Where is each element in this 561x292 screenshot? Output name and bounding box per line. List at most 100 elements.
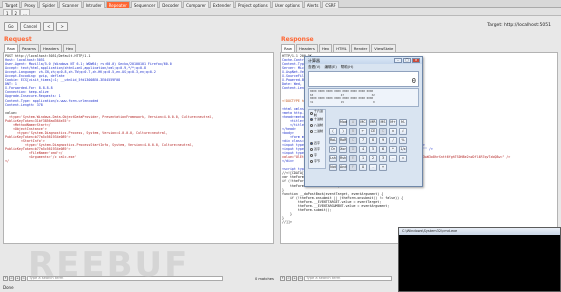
tab-sequencer[interactable]: Sequencer: [130, 1, 159, 8]
calc-key[interactable]: ±: [389, 128, 397, 135]
prev-match-icon[interactable]: <: [286, 276, 291, 281]
calc-key[interactable]: 5: [369, 146, 377, 153]
calc-key[interactable]: RoR: [339, 137, 347, 144]
forward-button[interactable]: >: [56, 21, 68, 31]
next-match-icon[interactable]: >: [298, 276, 303, 281]
calc-key[interactable]: B: [349, 128, 357, 135]
add-icon[interactable]: +: [15, 276, 20, 281]
calc-key[interactable]: A: [349, 119, 357, 126]
request-tab-headers[interactable]: Headers: [40, 44, 62, 52]
calc-key[interactable]: Mod: [339, 119, 347, 126]
cancel-button[interactable]: Cancel: [19, 21, 42, 31]
tab-proxy[interactable]: Proxy: [21, 1, 39, 8]
calc-key[interactable]: Xor: [339, 146, 347, 153]
calculator-menu-item[interactable]: 帮助(H): [341, 64, 354, 70]
maximize-icon[interactable]: □: [403, 58, 411, 63]
response-tab-headers[interactable]: Headers: [296, 44, 318, 52]
calc-key[interactable]: C: [379, 128, 387, 135]
calc-key[interactable]: /: [389, 137, 397, 144]
request-body[interactable]: POST http://localhost:5051/Default.HTTP/…: [5, 54, 273, 242]
calc-key[interactable]: D: [349, 146, 357, 153]
calc-key[interactable]: 8: [369, 137, 377, 144]
calc-key[interactable]: 1: [359, 155, 367, 162]
calc-key[interactable]: √: [399, 128, 407, 135]
calc-key[interactable]: MS: [379, 119, 387, 126]
calculator-menu-item[interactable]: 编辑(E): [324, 64, 336, 70]
tab-spider[interactable]: Spider: [39, 1, 59, 8]
response-tab-hex[interactable]: Hex: [318, 44, 333, 52]
request-editor[interactable]: POST http://localhost:5051/Default.HTTP/…: [3, 52, 274, 244]
tab-user-options[interactable]: User options: [271, 1, 303, 8]
prev-match-icon[interactable]: <: [9, 276, 14, 281]
help-icon[interactable]: ?: [3, 276, 8, 281]
calc-key[interactable]: Not: [329, 164, 337, 171]
calc-key[interactable]: 4: [359, 146, 367, 153]
repeater-tab[interactable]: ...: [20, 9, 30, 16]
tab-csrf[interactable]: CSRF: [322, 1, 339, 8]
request-tab-raw[interactable]: Raw: [4, 44, 18, 52]
calc-key[interactable]: MC: [359, 119, 367, 126]
tab-repeater[interactable]: Repeater: [105, 1, 130, 8]
calc-key[interactable]: 3: [379, 155, 387, 162]
back-button[interactable]: <: [43, 21, 55, 31]
calc-key[interactable]: 9: [379, 137, 387, 144]
radio-icon[interactable]: [310, 123, 313, 127]
calc-key[interactable]: E: [349, 155, 357, 162]
calc-key[interactable]: 0: [359, 164, 367, 171]
calc-key[interactable]: C: [349, 137, 357, 144]
response-search-input[interactable]: Type a search term: [304, 276, 392, 281]
tab-target[interactable]: Target: [2, 1, 21, 8]
radio-icon[interactable]: [310, 147, 313, 151]
tab-scanner[interactable]: Scanner: [59, 1, 82, 8]
calc-key[interactable]: 6: [379, 146, 387, 153]
response-tab-html[interactable]: HTML: [333, 44, 350, 52]
radio-icon[interactable]: [310, 141, 313, 145]
calc-key[interactable]: +: [379, 164, 387, 171]
calc-key[interactable]: Lsh: [329, 155, 337, 162]
calc-key[interactable]: *: [389, 146, 397, 153]
calc-key[interactable]: 2: [369, 155, 377, 162]
cmd-title-bar[interactable]: C:\Windows\System32\cmd.exe: [399, 228, 560, 235]
radio-icon[interactable]: [310, 153, 313, 157]
minimize-icon[interactable]: –: [394, 58, 402, 63]
next-match-icon[interactable]: >: [21, 276, 26, 281]
calc-key[interactable]: Or: [329, 146, 337, 153]
tab-decoder[interactable]: Decoder: [159, 1, 183, 8]
help-icon[interactable]: ?: [280, 276, 285, 281]
tab-project-options[interactable]: Project options: [234, 1, 271, 8]
calc-key[interactable]: 1/x: [399, 146, 407, 153]
calc-key[interactable]: .: [369, 164, 377, 171]
radio-icon[interactable]: [310, 117, 313, 121]
response-tab-viewstate[interactable]: ViewState: [371, 44, 397, 52]
response-tab-raw[interactable]: Raw: [281, 44, 295, 52]
tab-intruder[interactable]: Intruder: [82, 1, 105, 8]
calc-key[interactable]: M+: [389, 119, 397, 126]
base-radio[interactable]: 字节: [309, 158, 325, 164]
calc-key[interactable]: F: [349, 164, 357, 171]
cmd-window[interactable]: C:\Windows\System32\cmd.exe: [398, 227, 561, 292]
response-tab-render[interactable]: Render: [350, 44, 371, 52]
add-icon[interactable]: +: [292, 276, 297, 281]
calc-key[interactable]: RoL: [329, 137, 337, 144]
calculator-title-bar[interactable]: 计算器 – □ ×: [305, 57, 422, 64]
calc-key[interactable]: CE: [369, 128, 377, 135]
tab-extender[interactable]: Extender: [209, 1, 234, 8]
calculator-window[interactable]: 计算器 – □ × 查看(V) 编辑(E) 帮助(H) 0 0000 0000 00…: [304, 56, 423, 187]
radio-icon[interactable]: [310, 111, 313, 115]
go-button[interactable]: Go: [4, 21, 18, 31]
calc-key[interactable]: (: [329, 128, 337, 135]
calc-key[interactable]: M-: [399, 119, 407, 126]
calc-key[interactable]: And: [339, 164, 347, 171]
tab-comparer[interactable]: Comparer: [183, 1, 209, 8]
calc-key[interactable]: ←: [359, 128, 367, 135]
calc-key[interactable]: MR: [369, 119, 377, 126]
calc-key[interactable]: -: [389, 155, 397, 162]
tab-alerts[interactable]: Alerts: [303, 1, 322, 8]
request-tab-params[interactable]: Params: [19, 44, 40, 52]
calc-key[interactable]: 7: [359, 137, 367, 144]
request-tab-hex[interactable]: Hex: [62, 44, 77, 52]
calc-key[interactable]: ): [339, 128, 347, 135]
radio-icon[interactable]: [310, 159, 313, 163]
calculator-menu-item[interactable]: 查看(V): [308, 64, 320, 70]
calc-key[interactable]: %: [399, 137, 407, 144]
